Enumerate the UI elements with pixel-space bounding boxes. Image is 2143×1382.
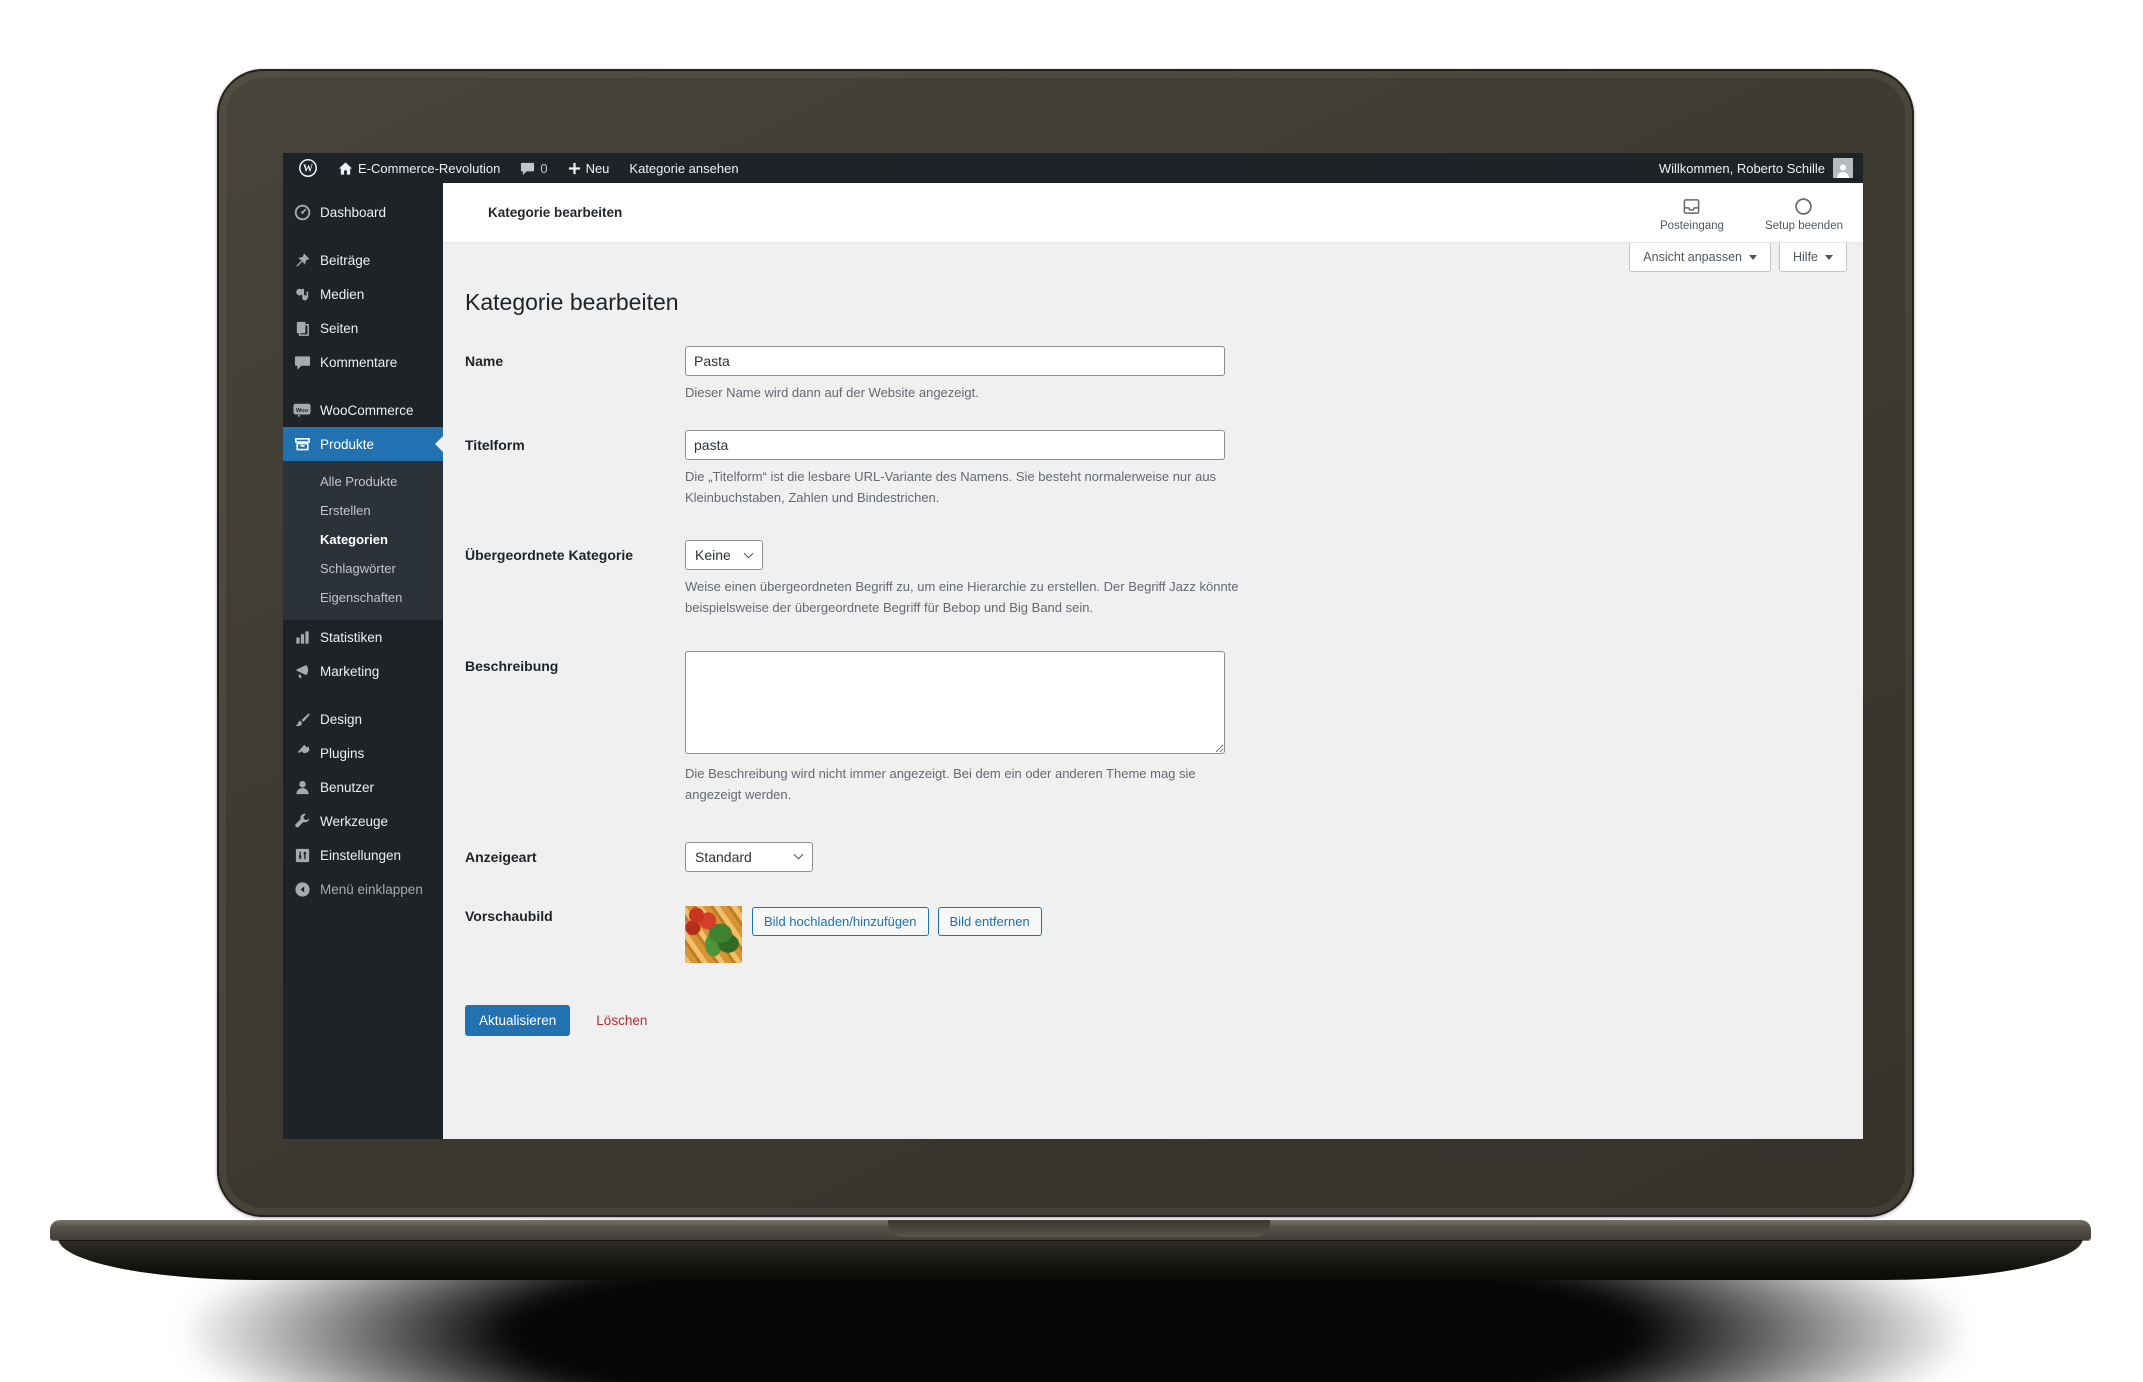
header-breadcrumb: Kategorie bearbeiten bbox=[488, 205, 622, 220]
chevron-down-icon bbox=[1825, 255, 1833, 264]
circle-progress-icon bbox=[1794, 197, 1813, 216]
sidebar-item-collapse-menu[interactable]: Menü einklappen bbox=[283, 872, 443, 906]
thumbnail-label: Vorschaubild bbox=[465, 906, 685, 924]
submenu-item-all-products[interactable]: Alle Produkte bbox=[283, 467, 443, 496]
slug-input[interactable] bbox=[685, 430, 1225, 460]
svg-text:W: W bbox=[303, 164, 313, 175]
sidebar-item-dashboard[interactable]: Dashboard bbox=[283, 195, 443, 229]
sliders-icon bbox=[293, 846, 311, 864]
description-label: Beschreibung bbox=[465, 651, 685, 674]
new-label: Neu bbox=[586, 161, 610, 176]
name-label: Name bbox=[465, 346, 685, 369]
edit-category-form: Kategorie bearbeiten Name Dieser Name wi… bbox=[443, 243, 1863, 1056]
slug-label: Titelform bbox=[465, 430, 685, 453]
name-help-text: Dieser Name wird dann auf der Website an… bbox=[685, 383, 1225, 404]
plug-icon bbox=[293, 744, 311, 762]
parent-category-label: Übergeordnete Kategorie bbox=[465, 540, 685, 563]
home-icon bbox=[338, 161, 353, 176]
laptop-mockup-stage: W E-Commerce-Revolution 0 bbox=[0, 0, 2143, 1382]
media-icon bbox=[293, 285, 311, 303]
view-category-link[interactable]: Kategorie ansehen bbox=[622, 153, 745, 183]
sidebar-item-tools[interactable]: Werkzeuge bbox=[283, 804, 443, 838]
comments-count: 0 bbox=[540, 161, 547, 176]
menu-separator bbox=[283, 688, 443, 702]
sidebar-item-comments[interactable]: Kommentare bbox=[283, 345, 443, 379]
submenu-item-categories[interactable]: Kategorien bbox=[283, 525, 443, 554]
user-greeting[interactable]: Willkommen, Roberto Schille bbox=[1659, 161, 1825, 176]
pages-icon bbox=[293, 319, 311, 337]
slug-help-text: Die „Titelform“ ist die lesbare URL-Vari… bbox=[685, 467, 1240, 509]
finish-setup-button[interactable]: Setup beenden bbox=[1765, 197, 1843, 232]
submenu-item-attributes[interactable]: Eigenschaften bbox=[283, 583, 443, 612]
megaphone-icon bbox=[293, 662, 311, 680]
dashboard-icon bbox=[293, 203, 311, 221]
plus-icon bbox=[568, 162, 581, 175]
menu-separator bbox=[283, 229, 443, 243]
laptop-screen: W E-Commerce-Revolution 0 bbox=[283, 153, 1863, 1139]
chevron-down-icon bbox=[743, 548, 753, 558]
parent-category-help-text: Weise einen übergeordneten Begriff zu, u… bbox=[685, 577, 1240, 619]
comment-bubble-icon bbox=[520, 161, 535, 176]
display-type-select[interactable]: Standard bbox=[685, 842, 813, 872]
submenu-item-create[interactable]: Erstellen bbox=[283, 496, 443, 525]
sidebar-item-posts[interactable]: Beiträge bbox=[283, 243, 443, 277]
sidebar-item-settings[interactable]: Einstellungen bbox=[283, 838, 443, 872]
inbox-button[interactable]: Posteingang bbox=[1653, 197, 1731, 232]
products-box-icon bbox=[293, 435, 311, 453]
new-content-menu-item[interactable]: Neu bbox=[561, 153, 617, 183]
category-thumbnail-image bbox=[685, 906, 742, 963]
submenu-item-tags[interactable]: Schlagwörter bbox=[283, 554, 443, 583]
main-content: Kategorie bearbeiten Posteingang bbox=[443, 183, 1863, 1139]
site-menu-item[interactable]: E-Commerce-Revolution bbox=[331, 153, 507, 183]
sidebar-item-marketing[interactable]: Marketing bbox=[283, 654, 443, 688]
sidebar-item-plugins[interactable]: Plugins bbox=[283, 736, 443, 770]
active-menu-arrow bbox=[427, 436, 443, 452]
inbox-icon bbox=[1682, 197, 1701, 216]
laptop-base-notch bbox=[888, 1220, 1270, 1237]
comments-icon bbox=[293, 353, 311, 371]
menu-separator bbox=[283, 379, 443, 393]
svg-text:Woo: Woo bbox=[296, 407, 309, 413]
delete-link[interactable]: Löschen bbox=[596, 1013, 647, 1028]
products-submenu: Alle Produkte Erstellen Kategorien Schla… bbox=[283, 461, 443, 620]
admin-sidebar: Dashboard Beiträge Medien Seiten Ko bbox=[283, 183, 443, 1139]
sidebar-item-appearance[interactable]: Design bbox=[283, 702, 443, 736]
admin-bar: W E-Commerce-Revolution 0 bbox=[283, 153, 1863, 183]
brush-icon bbox=[293, 710, 311, 728]
page-title: Kategorie bearbeiten bbox=[465, 289, 1843, 316]
collapse-arrow-icon bbox=[293, 880, 311, 898]
user-icon bbox=[293, 778, 311, 796]
screen-meta-tabs: Ansicht anpassen Hilfe bbox=[1629, 243, 1847, 272]
wrench-icon bbox=[293, 812, 311, 830]
parent-category-select[interactable]: Keine bbox=[685, 540, 763, 570]
help-button[interactable]: Hilfe bbox=[1779, 243, 1847, 272]
avatar[interactable] bbox=[1833, 158, 1853, 178]
description-textarea[interactable] bbox=[685, 651, 1225, 754]
wordpress-logo-icon[interactable]: W bbox=[291, 153, 325, 183]
pin-icon bbox=[293, 251, 311, 269]
chevron-down-icon bbox=[1749, 255, 1757, 264]
name-input[interactable] bbox=[685, 346, 1225, 376]
sidebar-item-woocommerce[interactable]: Woo WooCommerce bbox=[283, 393, 443, 427]
chevron-down-icon bbox=[794, 850, 804, 860]
woocommerce-icon: Woo bbox=[293, 401, 311, 419]
sidebar-item-media[interactable]: Medien bbox=[283, 277, 443, 311]
activity-header: Kategorie bearbeiten Posteingang bbox=[443, 183, 1863, 243]
sidebar-item-users[interactable]: Benutzer bbox=[283, 770, 443, 804]
sidebar-item-products[interactable]: Produkte bbox=[283, 427, 443, 461]
upload-image-button[interactable]: Bild hochladen/hinzufügen bbox=[752, 907, 929, 936]
screen-options-button[interactable]: Ansicht anpassen bbox=[1629, 243, 1771, 272]
bar-chart-icon bbox=[293, 628, 311, 646]
comments-menu-item[interactable]: 0 bbox=[513, 153, 554, 183]
laptop-base bbox=[58, 1238, 2083, 1280]
display-type-label: Anzeigeart bbox=[465, 842, 685, 865]
site-name: E-Commerce-Revolution bbox=[358, 161, 500, 176]
description-help-text: Die Beschreibung wird nicht immer angeze… bbox=[685, 764, 1240, 806]
sidebar-item-pages[interactable]: Seiten bbox=[283, 311, 443, 345]
remove-image-button[interactable]: Bild entfernen bbox=[938, 907, 1042, 936]
sidebar-item-analytics[interactable]: Statistiken bbox=[283, 620, 443, 654]
update-button[interactable]: Aktualisieren bbox=[465, 1005, 570, 1036]
